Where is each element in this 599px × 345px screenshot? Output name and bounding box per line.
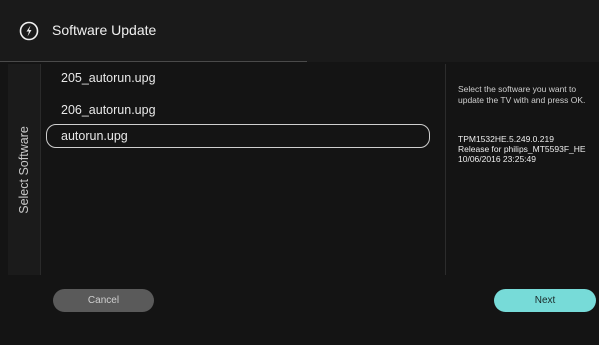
select-software-label: Select Software [17, 125, 31, 214]
list-item[interactable]: 206_autorun.upg [46, 98, 430, 122]
software-details: TPM1532HE.5.249.0.219 Release for philip… [458, 134, 598, 164]
software-update-screen: Software Update Select Software 205_auto… [0, 0, 599, 345]
header-bar: Software Update [0, 0, 599, 62]
instruction-text: Select the software you want to update t… [458, 84, 586, 105]
list-item[interactable]: 205_autorun.upg [46, 66, 430, 90]
select-software-tab[interactable]: Select Software [8, 64, 41, 275]
software-timestamp: 10/06/2016 23:25:49 [458, 154, 536, 164]
panel-divider [445, 64, 446, 275]
header-underline [0, 61, 307, 62]
software-version: TPM1532HE.5.249.0.219 [458, 134, 554, 144]
list-item-selected[interactable]: autorun.upg [46, 124, 430, 148]
next-button[interactable]: Next [494, 289, 596, 312]
page-title: Software Update [52, 22, 157, 38]
cancel-button[interactable]: Cancel [53, 289, 154, 312]
update-icon [19, 21, 39, 41]
software-release: Release for philips_MT5593F_HE [458, 144, 586, 154]
